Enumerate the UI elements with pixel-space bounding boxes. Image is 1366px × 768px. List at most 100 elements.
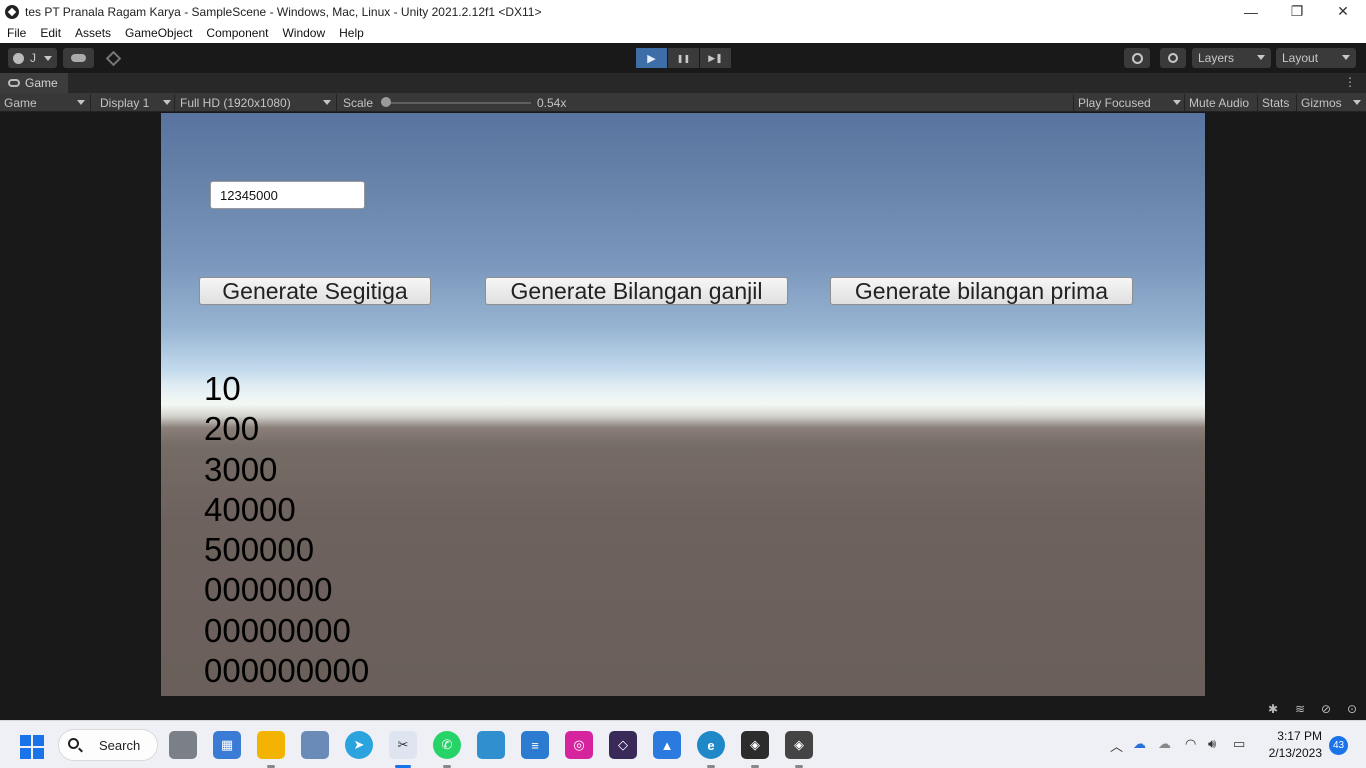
chevron-down-icon (44, 56, 52, 61)
undo-history-button[interactable] (1124, 48, 1150, 68)
task-view-icon[interactable] (169, 731, 197, 759)
account-icon (13, 52, 24, 64)
chevron-down-icon (323, 100, 331, 105)
output-line: 000000000 (204, 652, 370, 690)
generate-segitiga-button[interactable]: Generate Segitiga (199, 277, 431, 305)
resolution-label: Full HD (1920x1080) (180, 95, 291, 110)
cloud-button[interactable] (63, 48, 94, 68)
divider (174, 94, 175, 111)
scale-slider-thumb[interactable] (381, 97, 391, 107)
display-dropdown[interactable]: Display 1 (100, 93, 172, 112)
unity-editor-icon[interactable]: ◈ (785, 731, 813, 768)
history-icon (1131, 52, 1143, 64)
layout-dropdown[interactable]: Layout (1276, 48, 1356, 68)
output-line: 40000 (204, 490, 296, 528)
menu-assets[interactable]: Assets (75, 26, 111, 40)
collab-icon (105, 50, 121, 66)
progress-check-icon[interactable]: ⊙ (1345, 702, 1359, 716)
wifi-icon[interactable]: ◠ (1185, 736, 1196, 752)
output-line: 10 (204, 370, 241, 407)
play-button[interactable]: ▶ (636, 48, 667, 68)
tab-game-label: Game (25, 76, 58, 90)
edge-browser-icon[interactable]: e (697, 731, 725, 768)
divider (1184, 94, 1185, 111)
number-input[interactable]: 12345000 (210, 181, 365, 209)
debug-off-icon[interactable]: ✱ (1266, 702, 1280, 716)
game-canvas: 12345000 Generate Segitiga Generate Bila… (161, 113, 1205, 696)
window-title-bar: tes PT Pranala Ragam Karya - SampleScene… (0, 0, 1366, 23)
resolution-dropdown[interactable]: Full HD (1920x1080) (180, 93, 335, 112)
scale-label: Scale (343, 95, 374, 110)
file-explorer-icon[interactable] (257, 731, 285, 768)
mute-audio-toggle[interactable]: Mute Audio (1189, 93, 1249, 112)
nox-player-icon[interactable]: ◇ (609, 731, 637, 759)
gamepad-icon (8, 79, 20, 87)
divider (90, 94, 91, 111)
divider (1257, 94, 1258, 111)
menu-bar: File Edit Assets GameObject Component Wi… (0, 23, 1366, 43)
chevron-up-icon[interactable]: ︿ (1110, 736, 1123, 755)
unity-toolbar: J ▶ ❚❚ ▶❚ Layers Layout (0, 43, 1366, 73)
taskbar-search[interactable]: Search (58, 729, 158, 761)
notepad-icon[interactable]: ≡ (521, 731, 549, 759)
auto-generate-lighting-icon[interactable]: ⊘ (1319, 702, 1333, 716)
output-list: 10 200 3000 40000 500000 0000000 0000000… (204, 369, 369, 691)
output-line: 0000000 (204, 571, 333, 609)
onedrive-icon[interactable]: ☁ (1133, 736, 1146, 752)
virtual-keyboard-icon[interactable] (477, 731, 505, 759)
more-options-icon[interactable]: ⋮ (1344, 75, 1356, 89)
stats-toggle[interactable]: Stats (1262, 93, 1289, 112)
chevron-down-icon (1257, 55, 1265, 60)
status-bar: ✱ ≋ ⊘ ⊙ (0, 696, 1366, 720)
generate-bilangan-ganjil-button[interactable]: Generate Bilangan ganjil (485, 277, 788, 305)
cloud-icon (71, 54, 86, 62)
account-dropdown[interactable]: J (8, 48, 57, 68)
instagram-icon[interactable]: ◎ (565, 731, 593, 759)
game-view-controls: Game Display 1 Full HD (1920x1080) Scale… (0, 93, 1366, 112)
photos-icon[interactable] (301, 731, 329, 759)
output-line: 500000 (204, 531, 315, 569)
chevron-down-icon[interactable] (1353, 100, 1361, 105)
calculator-icon[interactable]: ▦ (213, 731, 241, 759)
play-focused-dropdown[interactable]: Play Focused (1078, 93, 1184, 112)
close-button[interactable]: ✕ (1320, 0, 1366, 23)
unity-logo-icon (5, 4, 19, 19)
search-button[interactable] (1160, 48, 1186, 68)
collab-button[interactable] (102, 48, 124, 68)
menu-file[interactable]: File (7, 26, 26, 40)
onedrive-personal-icon[interactable]: ☁ (1158, 736, 1171, 752)
output-line: 00000000 (204, 611, 351, 649)
battery-icon[interactable]: ▭ (1233, 736, 1245, 752)
layers-dropdown[interactable]: Layers (1192, 48, 1271, 68)
generate-bilangan-prima-button[interactable]: Generate bilangan prima (830, 277, 1133, 305)
step-button[interactable]: ▶❚ (700, 48, 731, 68)
windows-start-icon[interactable] (20, 735, 44, 759)
menu-component[interactable]: Component (206, 26, 268, 40)
minimize-button[interactable]: — (1228, 0, 1274, 23)
whatsapp-icon[interactable]: ✆ (433, 731, 461, 768)
tab-game[interactable]: Game (0, 73, 68, 93)
view-mode-dropdown[interactable]: Game (4, 93, 88, 112)
scale-slider-track[interactable] (385, 102, 531, 104)
chevron-down-icon (163, 100, 171, 105)
unity-hub-icon[interactable]: ◈ (741, 731, 769, 768)
telegram-icon[interactable]: ➤ (345, 731, 373, 759)
volume-icon[interactable]: 🔊︎ (1208, 736, 1216, 752)
menu-edit[interactable]: Edit (40, 26, 61, 40)
sourcetree-icon[interactable]: ▲ (653, 731, 681, 759)
divider (1073, 94, 1074, 111)
notification-badge[interactable]: 43 (1329, 736, 1348, 755)
snipping-tool-icon[interactable]: ✂ (389, 731, 417, 768)
output-line: 3000 (204, 450, 278, 488)
windows-taskbar: Search ▦ ➤ ✂ ✆ ≡ ◎ ◇ ▲ e ◈ ◈ ︿ ☁ ☁ ◠ 🔊︎ … (0, 720, 1366, 768)
restore-button[interactable]: ❐ (1274, 0, 1320, 23)
menu-window[interactable]: Window (282, 26, 325, 40)
gizmos-toggle[interactable]: Gizmos (1301, 93, 1342, 112)
cache-server-icon[interactable]: ≋ (1293, 702, 1307, 716)
system-clock[interactable]: 3:17 PM 2/13/2023 (1262, 728, 1322, 762)
pause-button[interactable]: ❚❚ (668, 48, 699, 68)
menu-help[interactable]: Help (339, 26, 364, 40)
menu-gameobject[interactable]: GameObject (125, 26, 192, 40)
play-focused-label: Play Focused (1078, 95, 1151, 110)
game-view: 12345000 Generate Segitiga Generate Bila… (0, 113, 1366, 696)
